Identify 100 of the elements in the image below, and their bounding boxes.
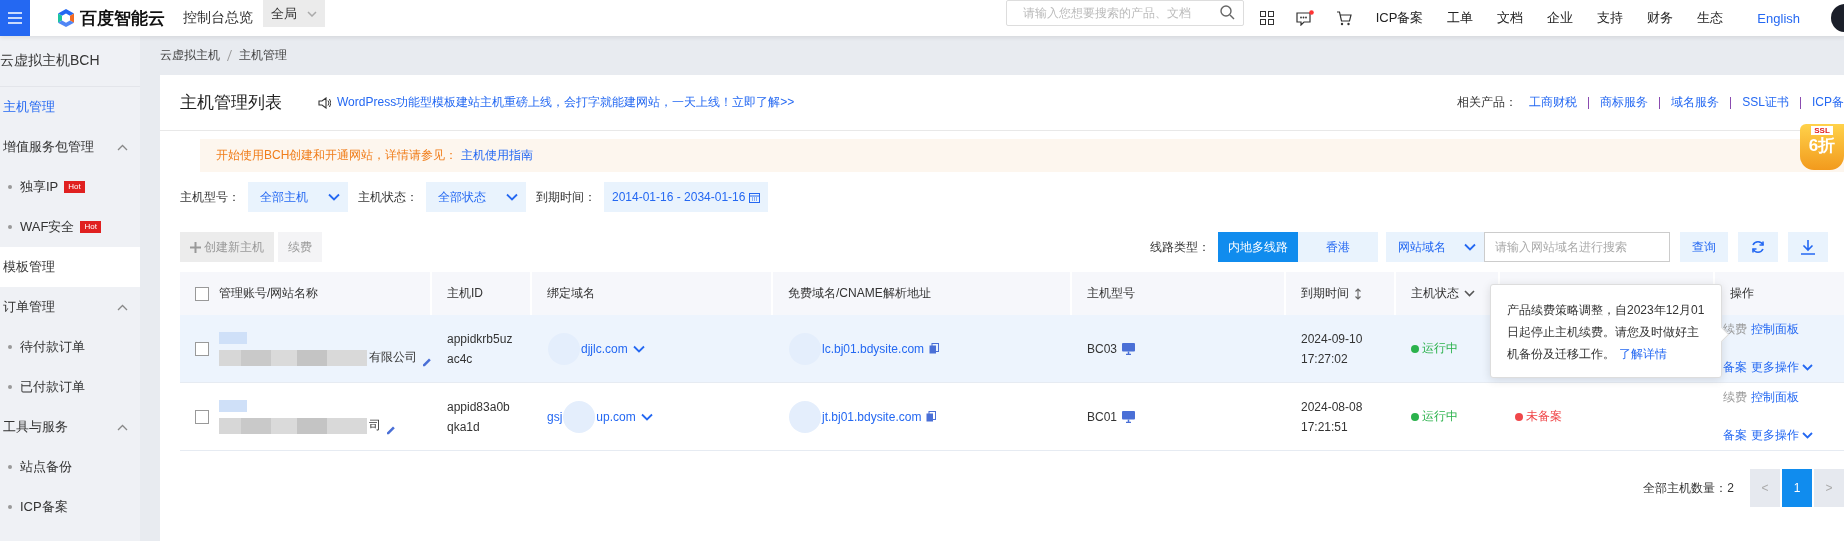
line-type-tab[interactable]: 内地多线路 xyxy=(1218,232,1298,262)
refresh-icon xyxy=(1751,240,1765,254)
breadcrumb-item[interactable]: 云虚拟主机 xyxy=(160,47,220,64)
host-id-text: appid83a0b xyxy=(447,399,510,414)
menu-button[interactable] xyxy=(0,0,30,36)
host-model-text: BC03 xyxy=(1087,341,1118,356)
related-product-link[interactable]: SSL证书 xyxy=(1742,94,1789,111)
search-field[interactable]: 请输入您想要搜索的产品、文档 xyxy=(1005,0,1244,26)
column-header[interactable]: 主机状态 xyxy=(1411,285,1459,302)
related-product-link[interactable]: 工商财税 xyxy=(1529,94,1578,111)
announcement-link[interactable]: WordPress功能型模板建站主机重磅上线，会打字就能建网站，一天上线！立即了解>> xyxy=(337,94,795,111)
calendar-icon xyxy=(749,191,761,203)
sort-icon[interactable] xyxy=(1354,287,1362,300)
scope-dropdown[interactable]: 全局 xyxy=(263,0,325,27)
logo-text[interactable]: 百度智能云 xyxy=(80,6,165,30)
promo-badge[interactable]: SSL 6折 xyxy=(1800,124,1844,170)
sidebar-subitem[interactable]: 站点备份 xyxy=(20,458,72,476)
column-header: 管理账号/网站名称 xyxy=(219,285,319,302)
column-header[interactable]: 到期时间 xyxy=(1301,285,1349,302)
related-product-link[interactable]: 域名服务 xyxy=(1671,94,1720,111)
sidebar-subitem[interactable]: 待付款订单 xyxy=(20,338,85,356)
page-title: 主机管理列表 xyxy=(180,92,282,114)
domain-search-field[interactable]: 请输入网站域名进行搜索 xyxy=(1484,232,1670,262)
top-nav-link[interactable]: 工单 xyxy=(1447,9,1474,27)
top-nav-link[interactable]: ICP备案 xyxy=(1375,9,1424,27)
top-nav-link[interactable]: 生态 xyxy=(1697,9,1724,27)
domain-link[interactable]: gsj up.com xyxy=(547,400,636,433)
status-text: 运行中 xyxy=(1422,408,1458,425)
action-link[interactable]: 备案 xyxy=(1723,427,1747,445)
chevron-down-icon[interactable] xyxy=(640,412,653,421)
page-button[interactable]: 1 xyxy=(1782,469,1812,507)
speaker-icon xyxy=(318,96,331,109)
chevron-down-icon[interactable] xyxy=(632,344,645,353)
expiry-time-text: 17:21:51 xyxy=(1301,419,1348,434)
sidebar-group[interactable]: 增值服务包管理 xyxy=(0,127,140,167)
action-link[interactable]: 更多操作 xyxy=(1751,427,1813,445)
sidebar-item[interactable]: 主机管理 xyxy=(0,87,140,127)
free-domain-link[interactable]: jt.bj01.bdysite.com xyxy=(788,400,922,433)
row-checkbox[interactable] xyxy=(195,341,209,356)
top-nav-link[interactable]: 支持 xyxy=(1597,9,1624,27)
line-type-tab[interactable]: 香港 xyxy=(1298,232,1378,262)
expiry-date-text: 2024-09-10 xyxy=(1301,331,1363,346)
expiry-time-text: 17:27:02 xyxy=(1301,351,1348,366)
domain-link[interactable]: djjlc.com xyxy=(547,332,628,365)
action-link[interactable]: 更多操作 xyxy=(1751,359,1813,377)
free-domain-link[interactable]: lc.bj01.bdysite.com xyxy=(788,332,925,365)
menu-icon xyxy=(8,12,22,24)
expiry-date-text: 2024-08-08 xyxy=(1301,399,1363,414)
chevron-down-icon[interactable] xyxy=(1464,290,1475,297)
host-model-text: BC01 xyxy=(1087,409,1118,424)
sidebar-group[interactable]: 订单管理 xyxy=(0,287,140,327)
language-link[interactable]: English xyxy=(1757,10,1800,26)
filter-dropdown[interactable]: 全部状态 xyxy=(426,182,526,212)
tooltip-text: 产品续费策略调整，自2023年12月01日起停止主机续费。请您及时做好主机备份及迁移工作。 了解详情 xyxy=(1507,302,1706,363)
related-products-label: 相关产品： xyxy=(1457,94,1518,111)
sidebar-subitem[interactable]: 独享IP xyxy=(20,178,59,196)
row-checkbox[interactable] xyxy=(195,409,209,424)
action-link[interactable]: 控制面板 xyxy=(1751,320,1813,338)
top-nav-link[interactable]: 财务 xyxy=(1647,9,1674,27)
sidebar-subitem[interactable]: 已付款订单 xyxy=(20,378,85,396)
sidebar-subitem[interactable]: WAF安全 xyxy=(20,218,75,236)
guide-link[interactable]: 主机使用指南 xyxy=(461,147,534,164)
monitor-icon xyxy=(1122,342,1136,355)
filter-label: 主机型号： xyxy=(180,188,240,206)
line-type-label: 线路类型： xyxy=(1150,238,1210,256)
learn-more-link[interactable]: 了解详情 xyxy=(1619,347,1667,361)
breadcrumb-item[interactable]: 主机管理 xyxy=(239,47,287,64)
chevron-down-icon xyxy=(328,193,340,201)
sidebar-item[interactable]: 模板管理 xyxy=(0,247,140,287)
grid-icon[interactable] xyxy=(1259,11,1274,25)
chevron-down-icon xyxy=(506,193,518,201)
message-icon[interactable] xyxy=(1295,10,1314,26)
query-button[interactable]: 查询 xyxy=(1680,232,1728,262)
search-by-dropdown[interactable]: 网站域名 xyxy=(1386,232,1484,262)
avatar-icon[interactable] xyxy=(1830,3,1844,33)
related-product-link[interactable]: 商标服务 xyxy=(1600,94,1649,111)
column-header: 主机ID xyxy=(447,285,483,302)
console-link[interactable]: 控制台总览 xyxy=(183,9,253,27)
redaction-blur-drawing xyxy=(789,400,821,433)
copy-icon[interactable] xyxy=(929,343,940,354)
refresh-button[interactable] xyxy=(1738,232,1778,262)
sidebar-subitem[interactable]: ICP备案 xyxy=(20,498,68,516)
date-range-field[interactable]: 2014-01-16 - 2034-01-16 xyxy=(604,182,769,212)
copy-icon[interactable] xyxy=(926,411,937,422)
plus-icon xyxy=(190,241,201,253)
search-icon[interactable] xyxy=(1219,5,1235,20)
host-id-text: appidkrb5uz xyxy=(447,331,513,346)
hot-badge: Hot xyxy=(80,221,101,233)
related-product-link[interactable]: ICP备 xyxy=(1812,94,1844,111)
top-nav-link[interactable]: 文档 xyxy=(1497,9,1524,27)
select-all-checkbox[interactable] xyxy=(195,286,209,301)
action-link[interactable]: 备案 xyxy=(1723,359,1747,377)
sidebar-group[interactable]: 工具与服务 xyxy=(0,407,140,447)
status-text: 运行中 xyxy=(1422,340,1458,357)
cart-icon[interactable] xyxy=(1335,10,1352,26)
download-button[interactable] xyxy=(1788,232,1828,262)
host-id-text: ac4c xyxy=(447,351,473,366)
top-nav-link[interactable]: 企业 xyxy=(1547,9,1574,27)
action-link[interactable]: 控制面板 xyxy=(1751,388,1813,406)
filter-dropdown[interactable]: 全部主机 xyxy=(248,182,348,212)
